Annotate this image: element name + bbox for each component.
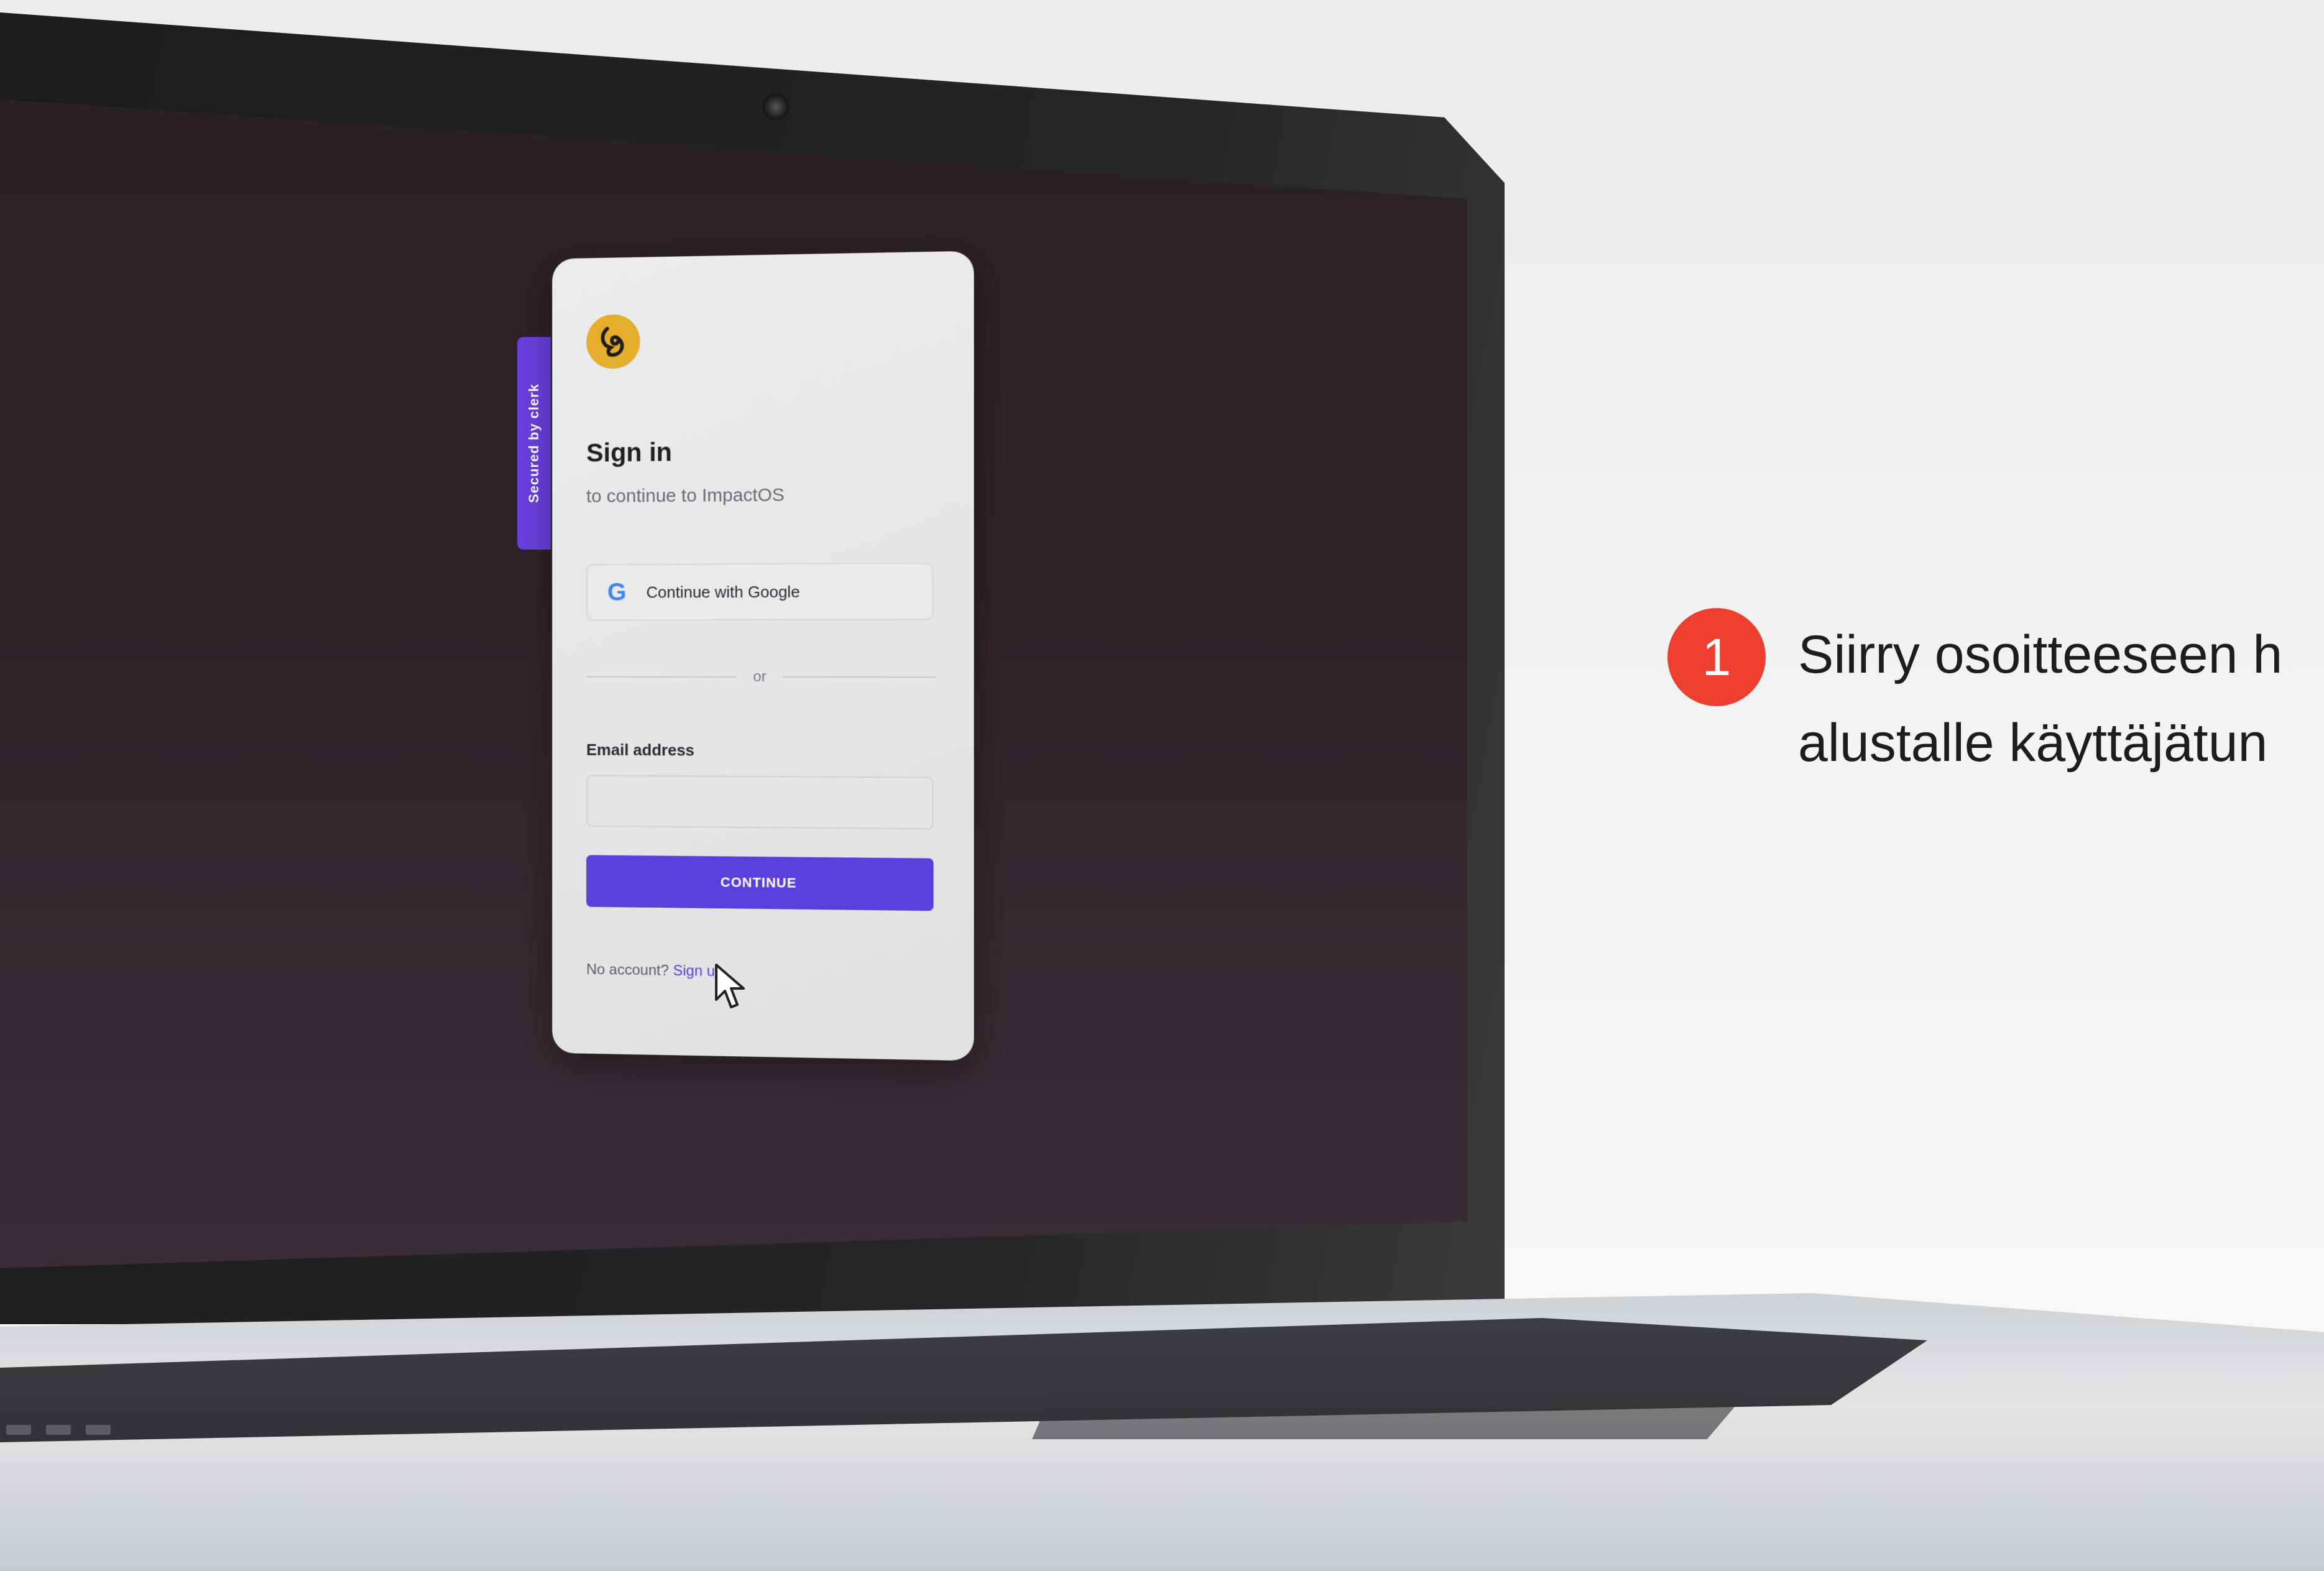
cursor-icon <box>715 964 745 1008</box>
port <box>86 1425 111 1435</box>
sign-in-card: Sign in to continue to ImpactOS G Contin… <box>552 251 974 1061</box>
divider-line <box>586 676 737 678</box>
secured-by-clerk-tab[interactable]: Secured by clerk <box>517 337 551 550</box>
email-field[interactable] <box>586 775 934 830</box>
continue-with-google-button[interactable]: G Continue with Google <box>586 562 934 621</box>
divider-line <box>782 676 936 678</box>
app-logo-graphic <box>596 323 631 359</box>
no-account-text: No account? <box>586 961 669 979</box>
camera-icon <box>762 93 790 121</box>
or-divider: or <box>586 668 936 687</box>
divider-or-label: or <box>753 668 767 686</box>
google-button-label: Continue with Google <box>646 582 800 601</box>
app-logo-icon <box>586 314 640 369</box>
sign-up-prompt: No account? Sign up <box>586 961 723 980</box>
instruction-text: Siirry osoitteeseen h alustalle käyttäjä… <box>1798 610 2324 787</box>
continue-button[interactable]: CONTINUE <box>586 855 934 911</box>
email-label: Email address <box>586 740 694 760</box>
sign-in-title: Sign in <box>586 437 672 468</box>
instruction-line-1: Siirry osoitteeseen h <box>1798 625 2283 684</box>
trackpad <box>1032 1371 1766 1439</box>
instruction-line-2: alustalle käyttäjätun <box>1798 713 2268 773</box>
laptop-scene: Secured by clerk Sign in to continue to … <box>0 0 2324 1571</box>
sign-in-subtitle: to continue to ImpactOS <box>586 484 785 507</box>
port <box>6 1425 31 1435</box>
side-ports <box>0 1417 168 1442</box>
clerk-tab-label: Secured by clerk <box>526 383 542 504</box>
port <box>46 1425 71 1435</box>
google-icon: G <box>607 578 627 606</box>
step-number-badge: 1 <box>1667 608 1766 706</box>
